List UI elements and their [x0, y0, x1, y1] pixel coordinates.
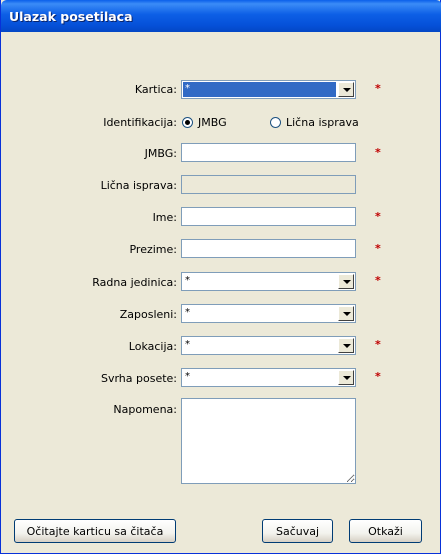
licna-isprava-label: Lična isprava:	[100, 179, 177, 192]
radna-jedinica-value: *	[185, 275, 190, 286]
svrha-posete-select[interactable]: *	[181, 368, 356, 387]
identifikacija-label: Identifikacija:	[103, 116, 177, 129]
radna-jedinica-label: Radna jedinica:	[92, 276, 177, 289]
svrha-posete-value: *	[185, 371, 190, 382]
chevron-down-icon[interactable]	[338, 306, 354, 321]
radna-jedinica-required-marker: *	[375, 274, 381, 287]
svrha-posete-required-marker: *	[375, 370, 381, 383]
chevron-down-icon[interactable]	[338, 82, 354, 97]
cancel-button[interactable]: Otkaži	[349, 519, 422, 543]
ime-label: Ime:	[152, 211, 177, 224]
read-card-button[interactable]: Očitajte karticu sa čitača	[14, 519, 176, 543]
ime-input[interactable]	[181, 207, 356, 226]
radna-jedinica-select[interactable]: *	[181, 272, 356, 291]
radio-jmbg[interactable]	[182, 117, 193, 128]
lokacija-select[interactable]: *	[181, 336, 356, 355]
zaposleni-select[interactable]: *	[181, 304, 356, 323]
lokacija-value: *	[185, 339, 190, 350]
chevron-down-icon[interactable]	[338, 338, 354, 353]
save-button[interactable]: Sačuvaj	[262, 519, 333, 543]
lokacija-label: Lokacija:	[128, 340, 177, 353]
kartica-required-marker: *	[375, 82, 381, 95]
kartica-value: *	[185, 83, 190, 94]
window-title: Ulazak posetilaca	[9, 9, 133, 24]
napomena-label: Napomena:	[113, 403, 177, 416]
kartica-label: Kartica:	[134, 83, 177, 96]
licna-isprava-input	[181, 175, 356, 194]
chevron-down-icon[interactable]	[338, 274, 354, 289]
title-bar[interactable]: Ulazak posetilaca	[1, 0, 441, 32]
ime-required-marker: *	[375, 210, 381, 223]
radio-licna-isprava-label[interactable]: Lična isprava	[286, 116, 359, 129]
jmbg-input[interactable]	[181, 143, 356, 162]
napomena-textarea[interactable]	[181, 398, 356, 484]
prezime-input[interactable]	[181, 239, 356, 258]
zaposleni-label: Zaposleni:	[119, 308, 177, 321]
chevron-down-icon[interactable]	[338, 370, 354, 385]
prezime-required-marker: *	[375, 242, 381, 255]
kartica-select[interactable]: *	[181, 80, 356, 99]
zaposleni-value: *	[185, 307, 190, 318]
jmbg-label: JMBG:	[144, 147, 177, 160]
kartica-selection-highlight	[183, 82, 336, 97]
radio-jmbg-label[interactable]: JMBG	[198, 116, 227, 129]
lokacija-required-marker: *	[375, 338, 381, 351]
prezime-label: Prezime:	[129, 243, 177, 256]
svrha-posete-label: Svrha posete:	[100, 372, 177, 385]
jmbg-required-marker: *	[375, 146, 381, 159]
radio-licna-isprava[interactable]	[270, 117, 281, 128]
